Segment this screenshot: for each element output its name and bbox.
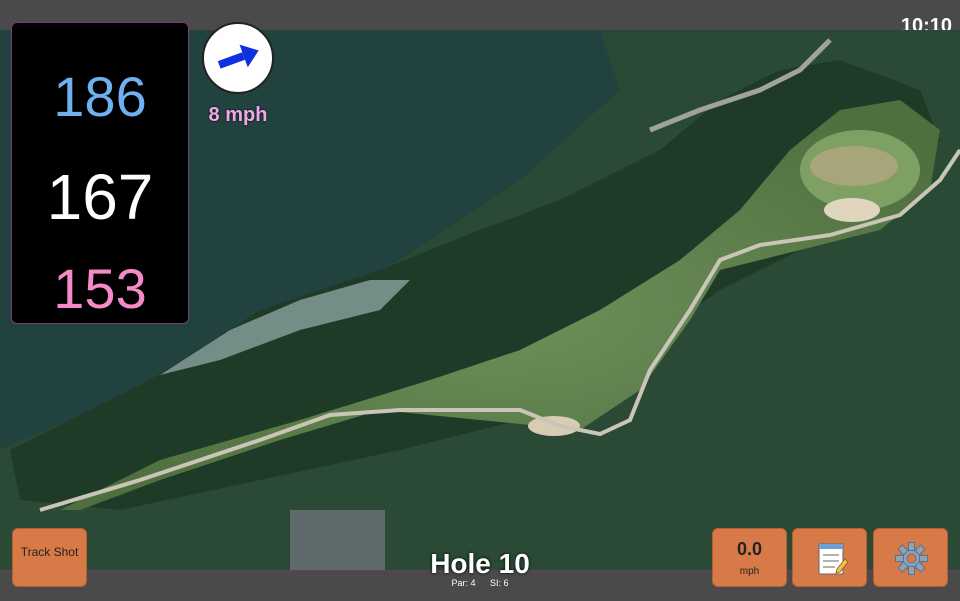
notepad-icon <box>818 543 849 575</box>
distance-middle: 167 <box>46 161 154 233</box>
wind-speed: 8 mph <box>208 104 268 126</box>
distance-front: 153 <box>53 257 147 320</box>
hole-title: Hole 10 <box>430 548 530 579</box>
speed-unit: mph <box>739 566 760 577</box>
hole-stroke-index: SI: 6 <box>490 578 509 588</box>
notes-button[interactable] <box>792 528 867 587</box>
speed-value: 0.0 <box>736 539 763 559</box>
track-shot-button[interactable]: Track Shot <box>12 528 87 587</box>
distance-back: 186 <box>53 65 147 128</box>
wind-indicator[interactable] <box>202 22 274 94</box>
hole-par: Par: 4 <box>451 578 476 588</box>
speed-button[interactable]: 0.0 mph <box>712 528 787 587</box>
gear-icon <box>895 542 928 575</box>
settings-button[interactable] <box>873 528 948 587</box>
track-shot-label: Track Shot <box>20 545 79 559</box>
wind-direction-arrow-icon <box>217 44 259 69</box>
distance-panel: 186 167 153 <box>11 22 189 324</box>
hole-info: Par: 4 SI: 6 <box>380 578 580 588</box>
